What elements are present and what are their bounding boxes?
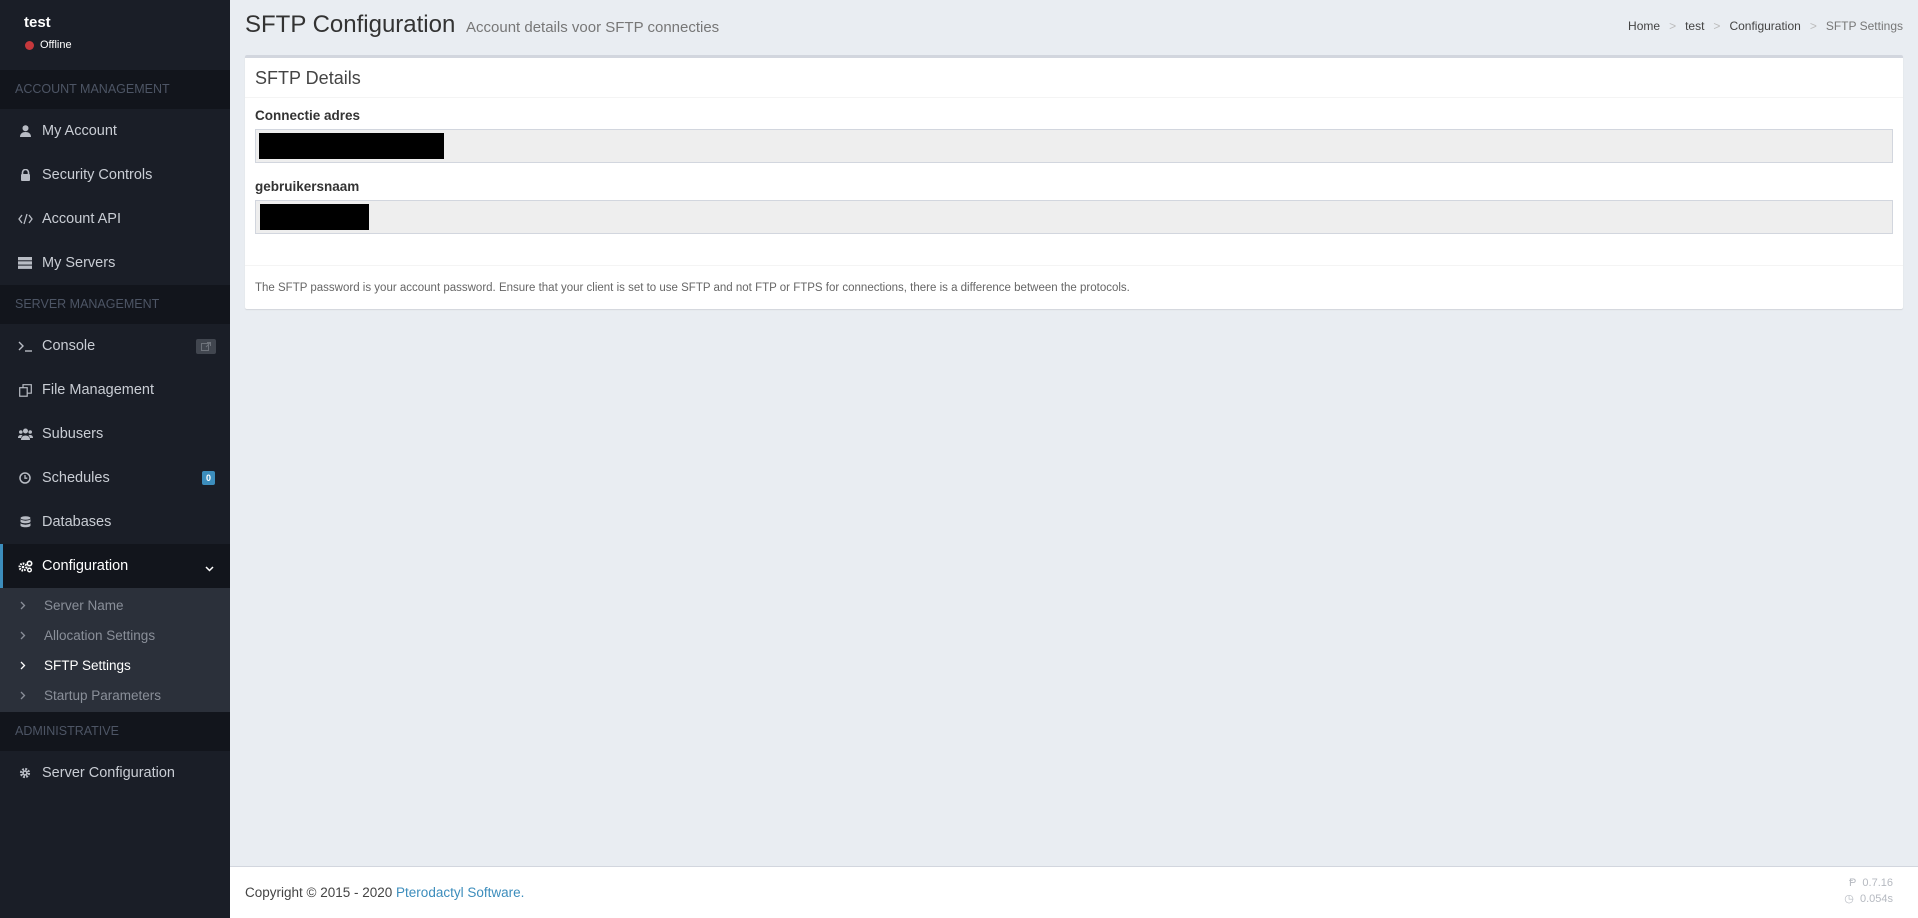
sidebar-item-label: My Servers	[42, 255, 116, 271]
schedules-count-badge: 0	[201, 471, 215, 485]
main-content: SFTP Configuration Account details voor …	[230, 0, 1918, 918]
breadcrumb-server[interactable]: test	[1685, 19, 1704, 33]
status-label: Offline	[40, 39, 72, 51]
account-management-header: ACCOUNT MANAGEMENT	[0, 70, 230, 109]
sidebar-item-label: Schedules	[42, 470, 110, 486]
sidebar-item-label: Configuration	[42, 558, 129, 574]
sidebar-item-label: Account API	[42, 211, 121, 227]
user-name: test	[24, 14, 51, 31]
page-title: SFTP Configuration Account details voor …	[245, 11, 719, 39]
version-info: Ᵽ 0.7.16 ◷ 0.054s	[1844, 875, 1893, 907]
chevron-down-icon	[205, 560, 214, 576]
server-icon	[17, 255, 33, 271]
clock-icon: ◷	[1844, 893, 1854, 905]
sidebar-item-label: Databases	[42, 514, 112, 530]
breadcrumb-separator: >	[1809, 19, 1817, 33]
submenu-item-server-name[interactable]: Server Name	[0, 590, 230, 620]
main-footer: Copyright © 2015 - 2020 Pterodactyl Soft…	[230, 866, 1918, 918]
gear-icon	[17, 765, 33, 781]
username-label: gebruikersnaam	[255, 179, 360, 194]
chevron-right-icon	[20, 691, 44, 700]
sidebar-item-server-configuration[interactable]: Server Configuration	[0, 751, 230, 795]
username-field[interactable]	[255, 200, 1893, 234]
user-status: Offline	[24, 39, 230, 51]
connection-address-field[interactable]	[255, 129, 1893, 163]
sidebar-item-security-controls[interactable]: Security Controls	[0, 153, 230, 197]
code-icon	[17, 211, 33, 227]
version-number: 0.7.16	[1862, 877, 1893, 889]
pterodactyl-icon: Ᵽ	[1848, 877, 1857, 889]
sidebar-item-label: File Management	[42, 382, 155, 398]
content-header: SFTP Configuration Account details voor …	[230, 0, 1918, 55]
administrative-header: ADMINISTRATIVE	[0, 712, 230, 751]
sidebar-item-label: Server Configuration	[42, 765, 175, 781]
box-footer: The SFTP password is your account passwo…	[245, 265, 1903, 309]
lock-icon	[17, 167, 33, 183]
sidebar-item-label: Subusers	[42, 426, 104, 442]
sidebar-item-subusers[interactable]: Subusers	[0, 412, 230, 456]
cogs-icon	[17, 558, 33, 574]
sidebar-item-configuration[interactable]: Configuration	[0, 544, 230, 588]
time-line: ◷ 0.054s	[1844, 891, 1893, 907]
submenu-item-startup-parameters[interactable]: Startup Parameters	[0, 680, 230, 710]
submenu-item-label: Startup Parameters	[44, 687, 162, 703]
sidebar-item-label: My Account	[42, 123, 117, 139]
files-icon	[17, 382, 33, 398]
chevron-right-icon	[20, 601, 44, 610]
sidebar-item-account-api[interactable]: Account API	[0, 197, 230, 241]
box-title: SFTP Details	[255, 68, 361, 88]
breadcrumb-separator: >	[1669, 19, 1677, 33]
username-group: gebruikersnaam	[255, 179, 1893, 234]
sidebar: test Offline ACCOUNT MANAGEMENT My Accou…	[0, 0, 230, 918]
sidebar-item-schedules[interactable]: Schedules 0	[0, 456, 230, 500]
sidebar-item-label: Security Controls	[42, 167, 153, 183]
render-time: 0.054s	[1859, 893, 1893, 905]
version-line: Ᵽ 0.7.16	[1844, 875, 1893, 891]
submenu-item-sftp-settings[interactable]: SFTP Settings	[0, 650, 230, 680]
box-header: SFTP Details	[245, 58, 1903, 98]
external-link-icon[interactable]	[196, 339, 216, 354]
redacted-value	[259, 133, 444, 159]
user-icon	[17, 123, 33, 139]
page-subtitle: Account details voor SFTP connecties	[466, 19, 720, 36]
sftp-details-box: SFTP Details Connectie adres gebruikersn…	[245, 55, 1903, 309]
pterodactyl-link[interactable]: Pterodactyl Software.	[396, 885, 524, 900]
terminal-icon	[17, 338, 33, 354]
submenu-item-allocation-settings[interactable]: Allocation Settings	[0, 620, 230, 650]
sidebar-item-file-management[interactable]: File Management	[0, 368, 230, 412]
breadcrumb-home[interactable]: Home	[1628, 19, 1660, 33]
server-management-header: SERVER MANAGEMENT	[0, 285, 230, 324]
users-icon	[17, 426, 33, 442]
user-panel: test Offline	[0, 0, 230, 70]
database-icon	[17, 514, 33, 530]
sidebar-item-databases[interactable]: Databases	[0, 500, 230, 544]
connection-address-group: Connectie adres	[255, 108, 1893, 163]
breadcrumb-configuration[interactable]: Configuration	[1729, 19, 1800, 33]
status-dot-icon	[25, 40, 34, 50]
chevron-right-icon	[20, 631, 44, 640]
submenu-item-label: SFTP Settings	[44, 657, 131, 673]
sidebar-item-console[interactable]: Console	[0, 324, 230, 368]
submenu-item-label: Allocation Settings	[44, 627, 156, 643]
submenu-item-label: Server Name	[44, 597, 124, 613]
copyright-text: Copyright © 2015 - 2020	[245, 885, 397, 900]
sidebar-item-my-account[interactable]: My Account	[0, 109, 230, 153]
sidebar-item-label: Console	[42, 338, 96, 354]
breadcrumb: Home > test > Configuration > SFTP Setti…	[1628, 19, 1903, 33]
copyright: Copyright © 2015 - 2020 Pterodactyl Soft…	[245, 885, 524, 900]
connection-address-label: Connectie adres	[255, 108, 361, 123]
redacted-value	[260, 204, 369, 230]
chevron-right-icon	[20, 661, 44, 670]
breadcrumb-current: SFTP Settings	[1825, 19, 1903, 33]
breadcrumb-separator: >	[1713, 19, 1721, 33]
sidebar-item-my-servers[interactable]: My Servers	[0, 241, 230, 285]
page-title-text: SFTP Configuration	[245, 11, 456, 38]
configuration-submenu: Server Name Allocation Settings SFTP Set…	[0, 588, 230, 712]
box-body: Connectie adres gebruikersnaam	[245, 98, 1903, 234]
clock-icon	[17, 470, 33, 486]
